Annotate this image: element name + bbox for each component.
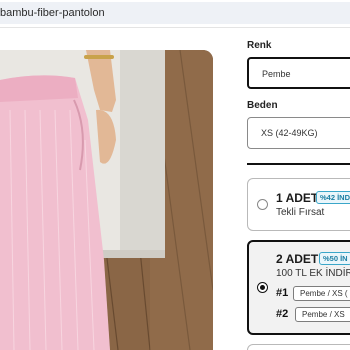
offer-1-title: 1 ADET [276, 191, 319, 205]
size-select-value: XS (42-49KG) [261, 128, 318, 138]
offer-2-radio[interactable] [257, 282, 268, 293]
product-photo-illustration [0, 50, 213, 350]
offer-2-subtitle: 100 TL EK İNDİRİ [276, 268, 350, 279]
size-select[interactable]: XS (42-49KG) [247, 117, 350, 149]
offer-option-1[interactable]: 1 ADET %42 İND Tekli Fırsat [247, 178, 350, 231]
offer-2-item-2-variant-select[interactable]: Pembe / XS [295, 307, 350, 322]
browser-toolbar: bambu-fiber-pantolon [0, 0, 350, 28]
address-bar[interactable]: bambu-fiber-pantolon [0, 2, 350, 24]
size-label: Beden [247, 100, 278, 111]
offer-1-radio[interactable] [257, 199, 268, 210]
offer-2-item-1-number: #1 [276, 287, 289, 299]
offer-2-title: 2 ADET [276, 252, 319, 266]
offer-2-discount-badge: %50 İN [319, 252, 350, 265]
offer-option-3[interactable] [247, 344, 350, 350]
offer-2-item-1-variant-select[interactable]: Pembe / XS ( [293, 286, 350, 301]
color-select[interactable]: Pembe [247, 57, 350, 89]
offer-1-subtitle: Tekli Fırsat [276, 207, 325, 218]
product-image[interactable] [0, 50, 213, 350]
offer-1-discount-badge: %42 İND [316, 191, 350, 204]
offer-2-item-2-number: #2 [276, 308, 289, 320]
address-bar-text: bambu-fiber-pantolon [0, 7, 105, 19]
offer-option-2[interactable]: 2 ADET %50 İN 100 TL EK İNDİRİ #1 Pembe … [247, 240, 350, 335]
color-select-value: Pembe [262, 69, 291, 79]
color-label: Renk [247, 40, 272, 51]
section-divider [247, 163, 350, 165]
